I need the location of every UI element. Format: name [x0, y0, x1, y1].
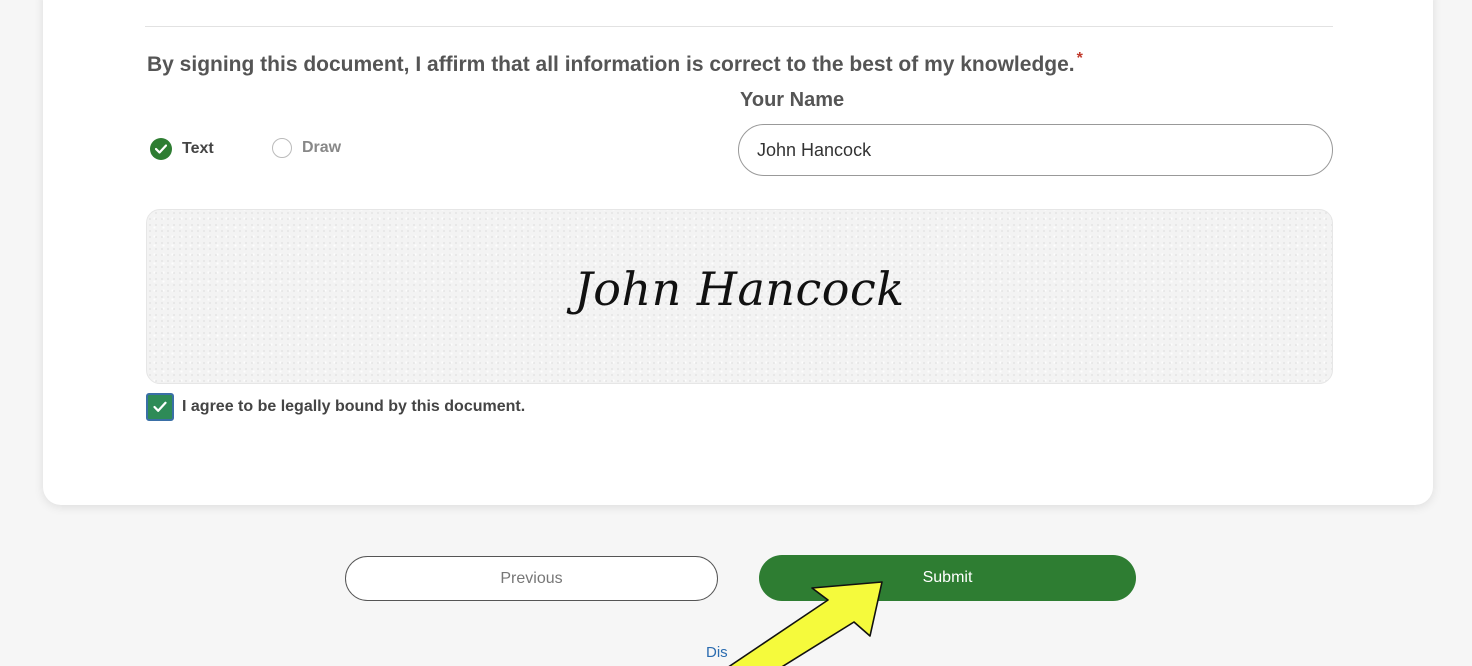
agreement-label: I agree to be legally bound by this docu… [182, 398, 526, 415]
submit-button[interactable]: Submit [759, 555, 1136, 601]
signature-mode-draw-label: Draw [302, 139, 342, 156]
page: By signing this document, I affirm that … [0, 0, 1472, 666]
your-name-input[interactable] [738, 124, 1333, 176]
affirmation-text: By signing this document, I affirm that … [147, 53, 1075, 76]
previous-button[interactable]: Previous [345, 556, 718, 601]
radio-unchecked-icon [272, 138, 292, 158]
check-circle-icon [150, 138, 172, 160]
rendered-signature: John Hancock [574, 262, 905, 316]
discard-link-partial[interactable]: Dis [706, 644, 728, 661]
signature-mode-draw-option[interactable]: Draw [272, 138, 341, 158]
checkmark-icon [153, 401, 167, 412]
signature-preview-pad: John Hancock [146, 209, 1333, 384]
legal-agreement-checkbox-row[interactable]: I agree to be legally bound by this docu… [146, 393, 525, 421]
signature-mode-text-option[interactable]: Text [150, 138, 214, 160]
your-name-label: Your Name [740, 89, 845, 111]
agreement-checkbox[interactable] [146, 393, 174, 421]
section-divider [145, 26, 1333, 27]
affirmation-statement: By signing this document, I affirm that … [147, 50, 1083, 77]
required-marker: * [1076, 50, 1083, 67]
signature-mode-text-label: Text [182, 140, 214, 157]
